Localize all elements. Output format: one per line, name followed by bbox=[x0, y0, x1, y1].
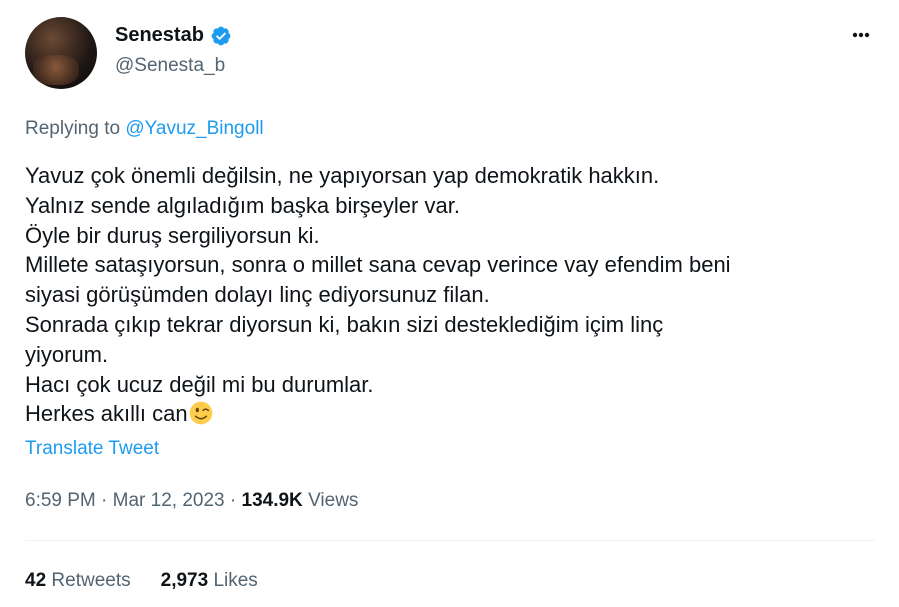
tweet-time[interactable]: 6:59 PM bbox=[25, 490, 96, 511]
tweet-line: Herkes akıllı can bbox=[25, 401, 188, 427]
meta-separator: · bbox=[224, 490, 242, 511]
likes-count: 2,973 bbox=[160, 570, 209, 591]
author-name-row: Senestab bbox=[115, 24, 232, 47]
views-count: 134.9K bbox=[241, 490, 303, 511]
tweet-meta: 6:59 PM · Mar 12, 2023 · 134.9K Views bbox=[25, 490, 358, 512]
replying-to-label: Replying to bbox=[25, 118, 126, 139]
tweet-date[interactable]: Mar 12, 2023 bbox=[113, 490, 225, 511]
divider bbox=[25, 540, 875, 541]
likes-label: Likes bbox=[208, 570, 258, 591]
translate-tweet-link[interactable]: Translate Tweet bbox=[25, 438, 159, 460]
author-handle[interactable]: @Senesta_b bbox=[115, 55, 225, 77]
more-options-icon[interactable] bbox=[846, 26, 876, 44]
reply-mention-link[interactable]: @Yavuz_Bingoll bbox=[125, 118, 263, 139]
tweet-line: Hacı çok ucuz değil mi bu durumlar. bbox=[25, 371, 374, 397]
tweet-text: Yavuz çok önemli değilsin, ne yapıyorsan… bbox=[25, 161, 875, 429]
tweet-line: Sonrada çıkıp tekrar diyorsun ki, bakın … bbox=[25, 311, 664, 337]
avatar-photo bbox=[33, 55, 79, 85]
tweet-line: Millete sataşıyorsun, sonra o millet san… bbox=[25, 252, 731, 278]
tweet-line: Yavuz çok önemli değilsin, ne yapıyorsan… bbox=[25, 163, 660, 188]
tweet-stats: 42 Retweets 2,973 Likes bbox=[25, 570, 258, 592]
author-display-name[interactable]: Senestab bbox=[115, 24, 204, 47]
tweet-line: Öyle bir duruş sergiliyorsun ki. bbox=[25, 222, 320, 248]
retweets-stat[interactable]: 42 Retweets bbox=[25, 570, 131, 591]
meta-separator: · bbox=[95, 490, 113, 511]
tweet-line: yiyorum. bbox=[25, 341, 109, 367]
retweets-label: Retweets bbox=[46, 570, 131, 591]
winking-face-emoji-icon bbox=[189, 402, 212, 425]
tweet-line: Yalnız sende algıladığım başka birşeyler… bbox=[25, 192, 460, 218]
author-avatar[interactable] bbox=[25, 17, 97, 89]
likes-stat[interactable]: 2,973 Likes bbox=[161, 570, 258, 591]
verified-badge-icon bbox=[211, 26, 231, 45]
tweet-line-last: Herkes akıllı can bbox=[25, 399, 875, 429]
retweets-count: 42 bbox=[25, 570, 47, 591]
tweet-line: siyasi görüşümden dolayı linç ediyorsunu… bbox=[25, 282, 490, 308]
replying-to: Replying to @Yavuz_Bingoll bbox=[25, 118, 264, 140]
views-label: Views bbox=[302, 490, 359, 511]
